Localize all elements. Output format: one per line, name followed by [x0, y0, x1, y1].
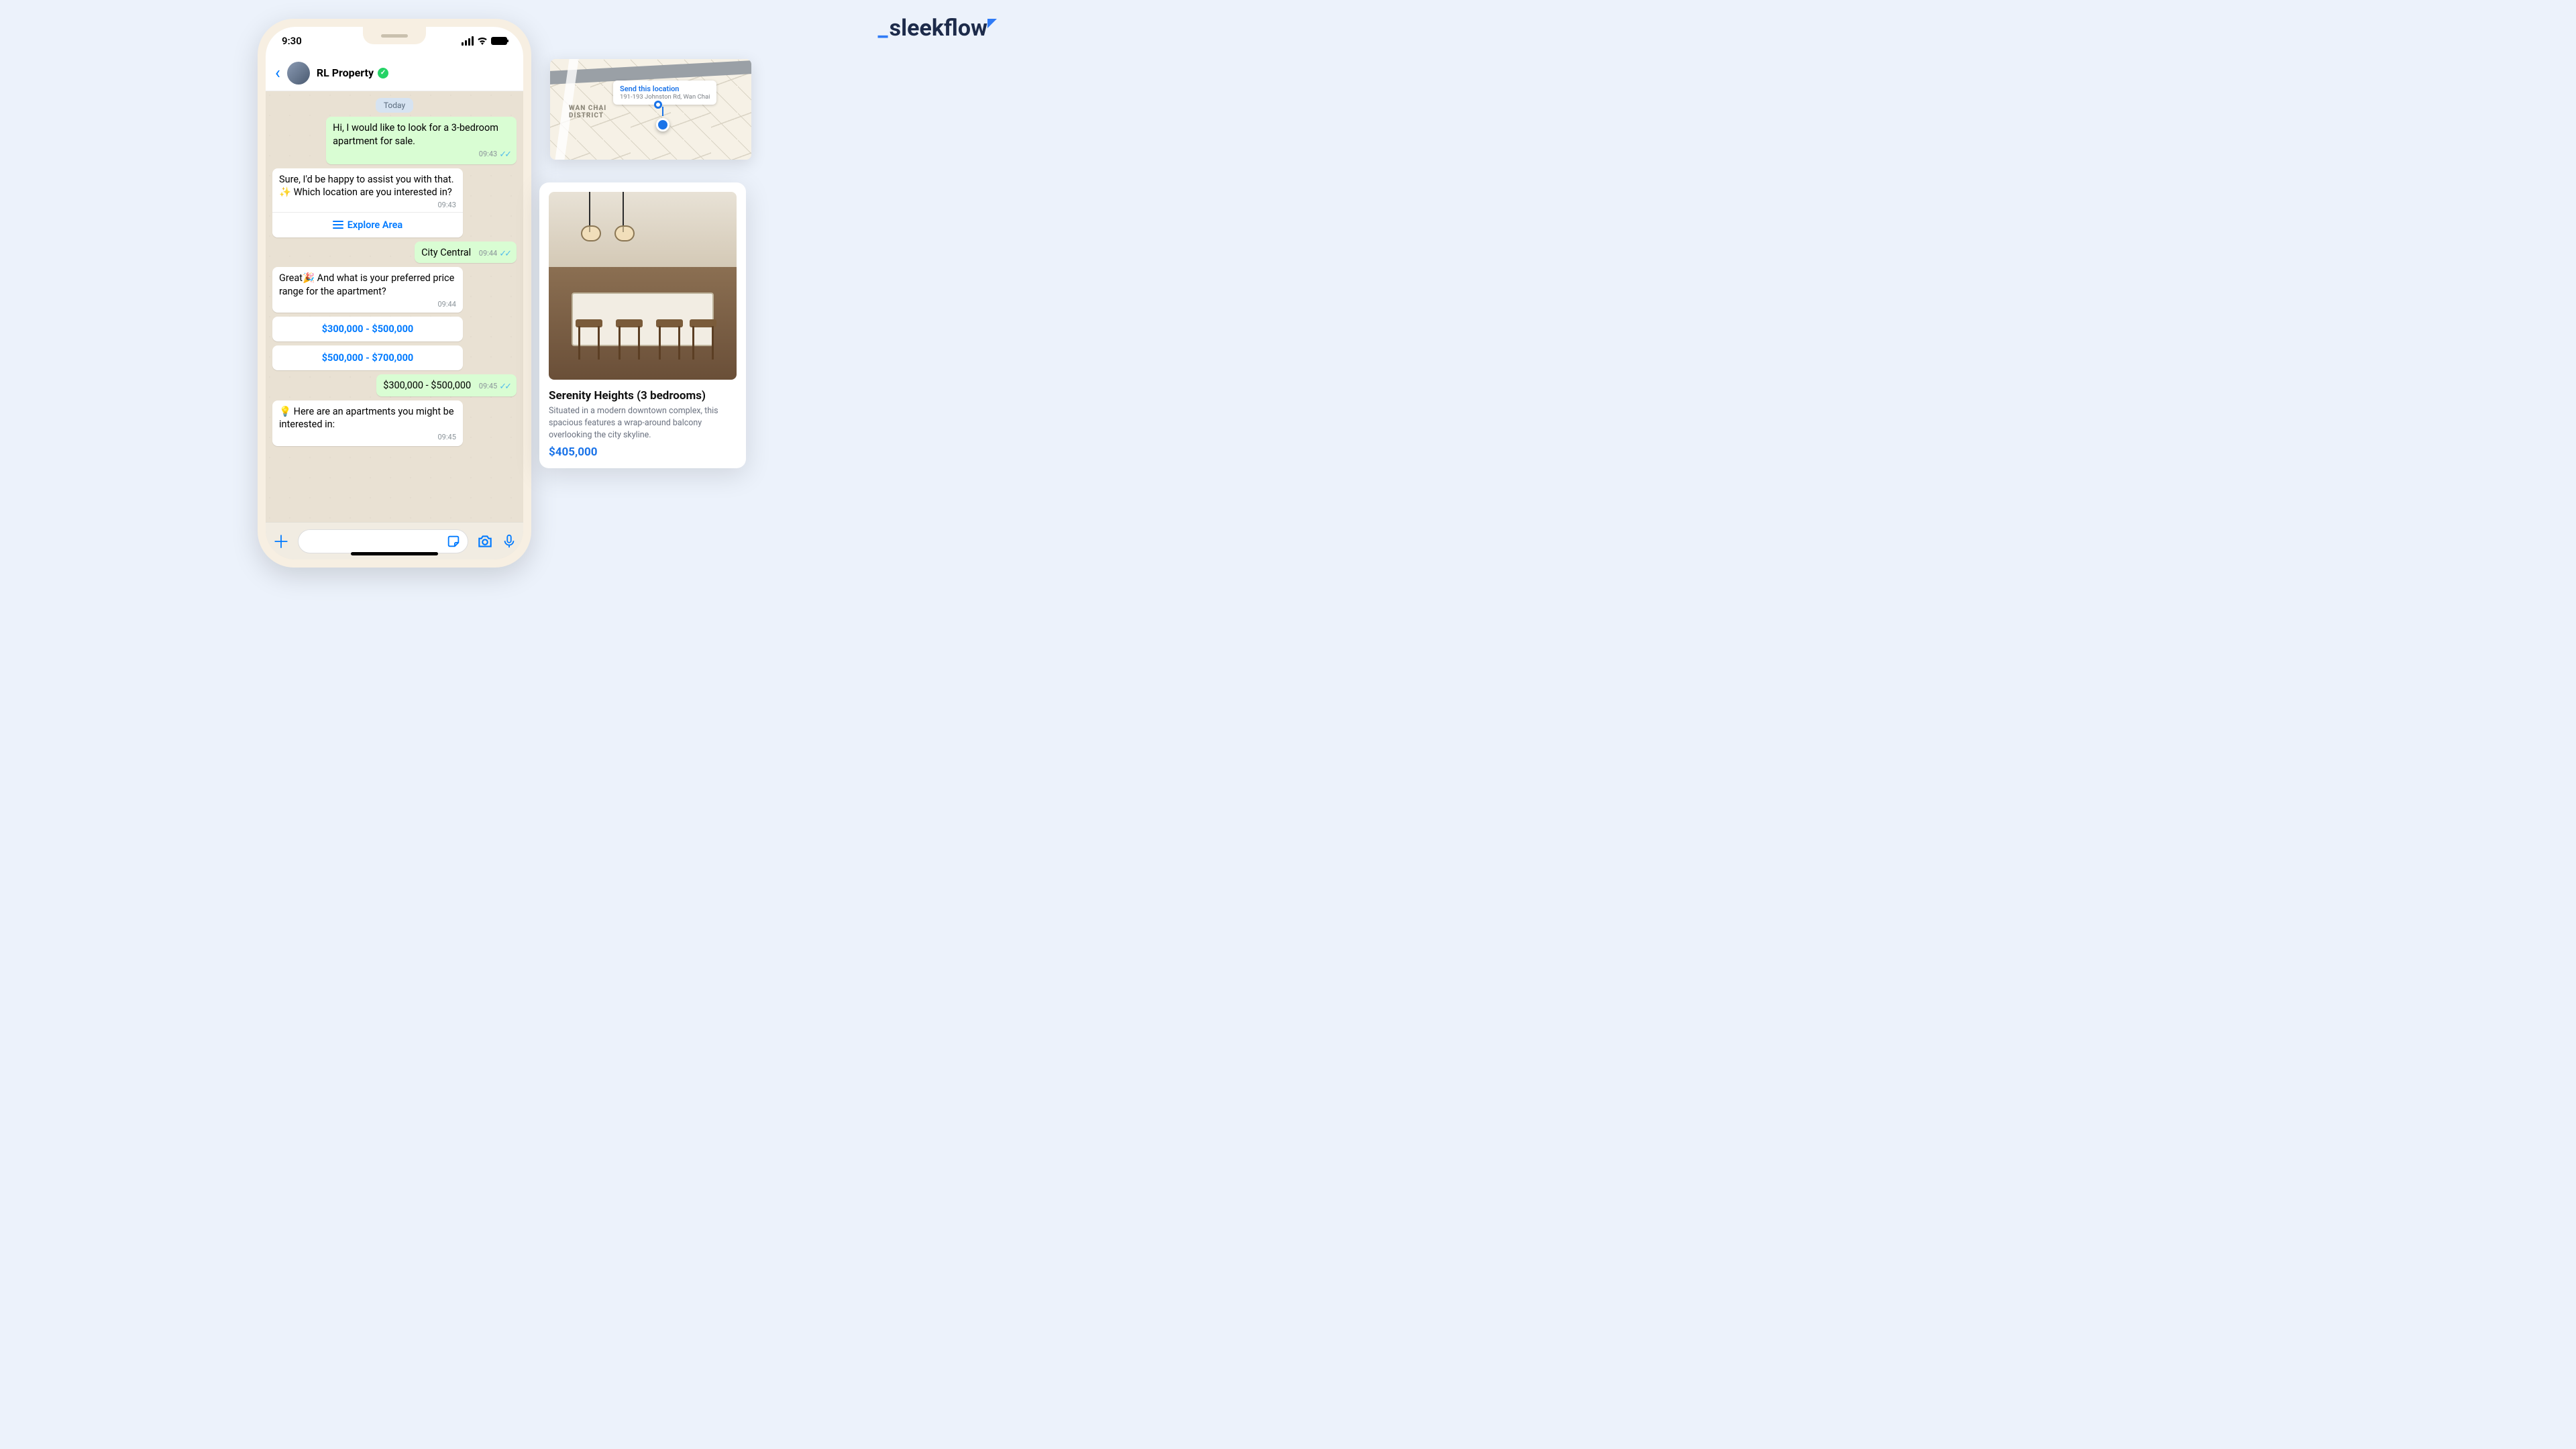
msg-in-3: 💡 Here are an apartments you might be in…: [272, 400, 463, 446]
wifi-icon: [477, 37, 488, 45]
location-address: 191-193 Johnston Rd, Wan Chai: [620, 93, 710, 101]
message-input[interactable]: [298, 529, 468, 553]
stool-icon: [616, 319, 643, 360]
msg-time: 09:43✓✓: [333, 149, 510, 161]
listing-card[interactable]: Serenity Heights (3 bedrooms) Situated i…: [539, 182, 746, 468]
msg-text: 💡 Here are an apartments you might be in…: [279, 405, 456, 431]
listing-description: Situated in a modern downtown complex, t…: [549, 405, 737, 441]
msg-text: Great🎉 And what is your preferred price …: [279, 272, 456, 298]
verified-badge-icon: [378, 68, 388, 78]
stool-icon: [690, 319, 716, 360]
lamp-icon: [589, 192, 590, 232]
msg-out-2: City Central 09:44✓✓: [415, 241, 517, 263]
msg-text: $300,000 - $500,000: [383, 380, 471, 391]
map-district-label: WAN CHAIDISTRICT: [569, 105, 606, 119]
explore-area-button[interactable]: Explore Area: [272, 212, 463, 238]
contact-name-text: RL Property: [317, 66, 374, 79]
logo-caret-icon: [987, 19, 997, 28]
msg-out-3: $300,000 - $500,000 09:45✓✓: [376, 374, 517, 396]
stool-icon: [656, 319, 683, 360]
battery-icon: [491, 37, 507, 45]
listing-title: Serenity Heights (3 bedrooms): [549, 389, 737, 402]
logo-text: sleekflow: [890, 15, 987, 42]
camera-button[interactable]: [476, 533, 494, 550]
attach-button[interactable]: ＋: [272, 529, 290, 553]
phone-screen: 9:30 ‹ RL Property Today Hi, I would lik…: [266, 27, 523, 559]
listing-image: [549, 192, 737, 380]
msg-out-1: Hi, I would like to look for a 3-bedroom…: [326, 117, 517, 164]
msg-time: 09:44✓✓: [479, 248, 510, 260]
contact-name[interactable]: RL Property: [317, 66, 514, 79]
list-icon: [333, 221, 343, 229]
send-location-link[interactable]: Send this location: [620, 85, 710, 93]
price-option-2[interactable]: $500,000 - $700,000: [272, 345, 463, 370]
msg-time: 09:45: [279, 433, 456, 443]
contact-avatar[interactable]: [287, 62, 310, 85]
msg-time: 09:44: [279, 300, 456, 310]
phone-mockup: 9:30 ‹ RL Property Today Hi, I would lik…: [258, 19, 531, 568]
msg-in-2: Great🎉 And what is your preferred price …: [272, 267, 463, 313]
lamp-icon: [623, 192, 624, 232]
sleekflow-logo: _ sleekflow: [878, 15, 997, 42]
date-divider: Today: [376, 98, 413, 113]
explore-label: Explore Area: [347, 219, 402, 232]
msg-time: 09:45✓✓: [479, 381, 510, 393]
read-ticks-icon: ✓✓: [499, 381, 510, 393]
chat-header: ‹ RL Property: [266, 55, 523, 91]
listing-price: $405,000: [549, 445, 737, 459]
msg-text: Hi, I would like to look for a 3-bedroom…: [333, 121, 510, 148]
speaker-icon: [381, 34, 408, 38]
home-indicator[interactable]: [351, 552, 438, 555]
stool-icon: [576, 319, 602, 360]
status-time: 9:30: [282, 35, 302, 47]
msg-in-1: Sure, I'd be happy to assist you with th…: [272, 168, 463, 238]
back-button[interactable]: ‹: [275, 63, 280, 83]
map-pin-icon: [654, 101, 662, 109]
msg-time: 09:43: [279, 201, 456, 211]
read-ticks-icon: ✓✓: [499, 149, 510, 161]
status-icons: [462, 36, 507, 46]
price-option-1[interactable]: $300,000 - $500,000: [272, 317, 463, 341]
read-ticks-icon: ✓✓: [499, 248, 510, 260]
location-card[interactable]: WAN CHAIDISTRICT Send this location 191-…: [550, 59, 751, 160]
chat-body[interactable]: Today Hi, I would like to look for a 3-b…: [266, 91, 523, 522]
map-callout[interactable]: Send this location 191-193 Johnston Rd, …: [613, 80, 716, 105]
msg-text: City Central: [421, 247, 471, 258]
phone-notch: [363, 27, 426, 44]
cellular-icon: [462, 36, 474, 46]
logo-dash: _: [878, 15, 888, 42]
map-pin-icon: [656, 118, 669, 131]
msg-text: Sure, I'd be happy to assist you with th…: [279, 173, 456, 199]
mic-button[interactable]: [502, 533, 517, 550]
sticker-icon[interactable]: [446, 534, 461, 549]
